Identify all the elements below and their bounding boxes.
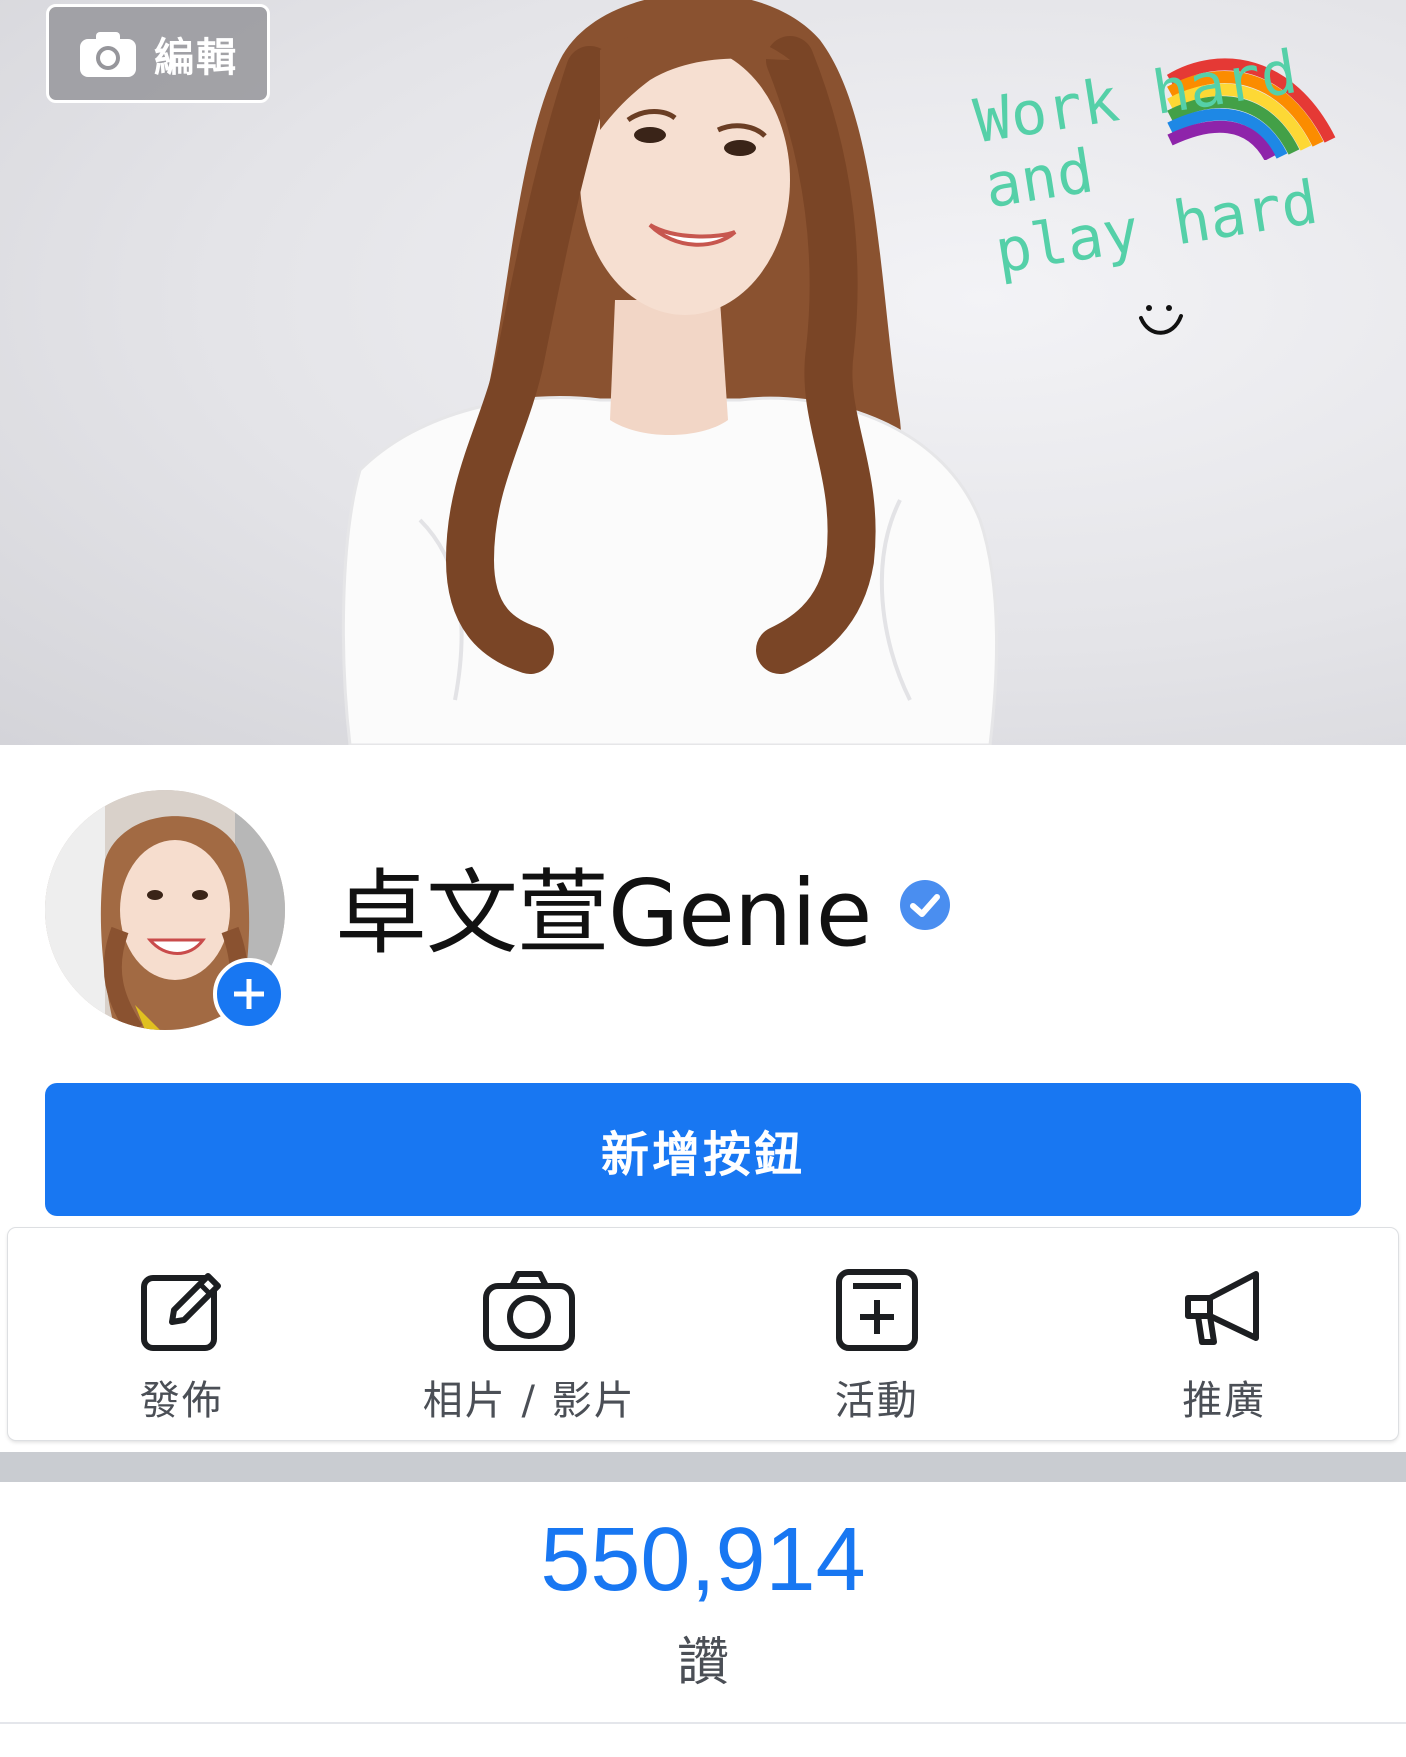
- profile-avatar[interactable]: [45, 790, 285, 1030]
- likes-label: 讚: [676, 1633, 729, 1693]
- likes-summary[interactable]: 550,914 讚: [0, 1510, 1406, 1695]
- camera-icon: [483, 1271, 576, 1351]
- add-profile-photo-button[interactable]: [213, 958, 285, 1030]
- event-add-icon: [835, 1269, 918, 1351]
- smiley-icon: [1139, 305, 1183, 335]
- megaphone-icon: [1185, 1271, 1260, 1345]
- likes-count: 550,914: [540, 1510, 866, 1610]
- action-label: 發佈: [139, 1378, 224, 1424]
- edit-cover-label: 編輯: [154, 34, 238, 81]
- plus-icon: [234, 979, 264, 1009]
- add-button[interactable]: 新增按鈕: [45, 1083, 1361, 1216]
- page-name: 卓文萱Genie: [335, 859, 872, 967]
- action-publish[interactable]: 發佈: [8, 1228, 356, 1440]
- compose-icon: [140, 1273, 221, 1351]
- divider: [0, 1722, 1406, 1724]
- action-promote[interactable]: 推廣: [1051, 1228, 1399, 1440]
- page-action-bar: 發佈 相片 / 影片 活動 推廣: [8, 1228, 1398, 1440]
- action-label: 相片 / 影片: [422, 1378, 636, 1424]
- cover-photo[interactable]: Work hard and play hard 編輯: [0, 0, 1406, 745]
- action-photo-video[interactable]: 相片 / 影片: [356, 1228, 704, 1440]
- action-event[interactable]: 活動: [703, 1228, 1051, 1440]
- verified-badge-icon: [900, 880, 951, 930]
- page-title: 卓文萱Genie: [335, 850, 951, 967]
- action-label: 推廣: [1182, 1378, 1267, 1424]
- camera-icon: [80, 31, 136, 77]
- action-label: 活動: [834, 1378, 919, 1424]
- edit-cover-button[interactable]: 編輯: [46, 4, 270, 103]
- section-divider: [0, 1452, 1406, 1482]
